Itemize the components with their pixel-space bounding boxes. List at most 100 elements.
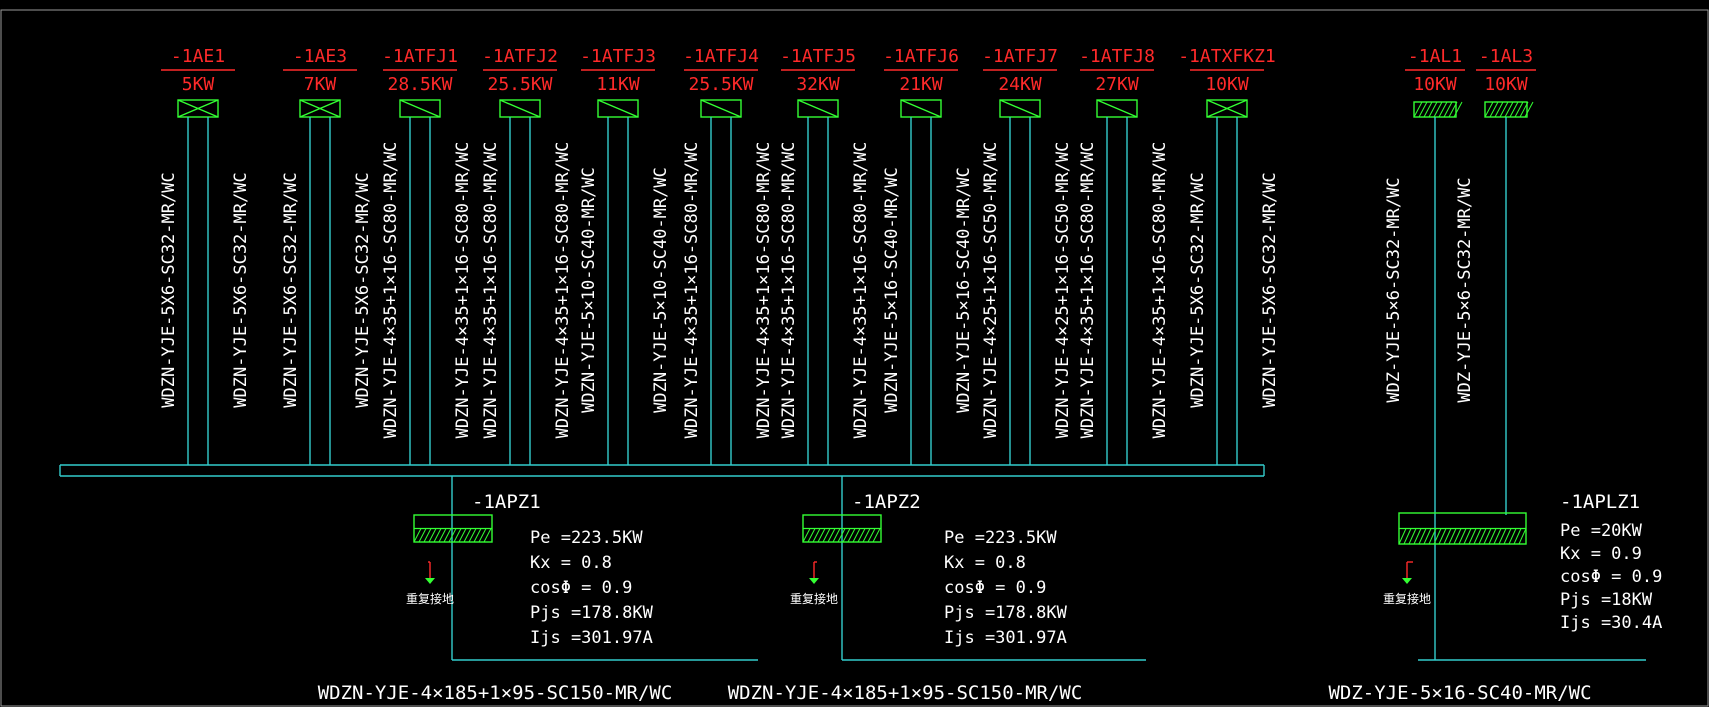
feeder-cable-label-right: WDZN-YJE-4×25+1×16-SC50-MR/WC <box>1053 142 1073 439</box>
feeder-cable-label-right: WDZN-YJE-4×35+1×16-SC80-MR/WC <box>1150 142 1170 439</box>
breaker-hatch <box>1504 101 1514 118</box>
ground-symbol <box>809 578 819 584</box>
panel-stat-kx: Kx = 0.9 <box>1560 544 1642 564</box>
panel-stat-pjs: Pjs =18KW <box>1560 590 1653 610</box>
panel-id-label: -1APZ2 <box>852 491 921 513</box>
feeder-cable-label-left: WDZN-YJE-4×35+1×16-SC80-MR/WC <box>381 142 401 439</box>
lighting-cable-label: WDZ-YJE-5×6-SC32-MR/WC <box>1384 177 1404 402</box>
feeder-cable-label-right: WDZN-YJE-5X6-SC32-MR/WC <box>231 172 251 407</box>
breaker-hatch <box>1443 101 1453 118</box>
ground-symbol <box>425 578 435 584</box>
breaker-hatch <box>1489 101 1499 118</box>
feeder-cable-label-right: WDZN-YJE-4×35+1×16-SC80-MR/WC <box>851 142 871 439</box>
breaker-hatch <box>1484 101 1494 118</box>
feeder-cable-label-left: WDZN-YJE-5×16-SC40-MR/WC <box>882 167 902 413</box>
feeder-power-label: 24KW <box>998 74 1042 95</box>
ground-label: 重复接地 <box>790 591 838 606</box>
feeder-cable-label-left: WDZN-YJE-5X6-SC32-MR/WC <box>159 172 179 407</box>
breaker-hatch <box>1438 101 1448 118</box>
feeder-id-label: -1ATFJ7 <box>982 46 1058 67</box>
panel-stat-ijs: Ijs =301.97A <box>530 628 653 648</box>
panel-stat-pjs: Pjs =178.8KW <box>530 603 654 623</box>
panel-id-label: -1APZ1 <box>472 491 541 513</box>
feeder-id-label: -1ATFJ6 <box>883 46 959 67</box>
feeder-power-label: 11KW <box>596 74 640 95</box>
feeder-power-label: 5KW <box>182 74 215 95</box>
breaker-hatch <box>1418 101 1428 118</box>
feeder-power-label: 28.5KW <box>387 74 452 95</box>
feeder-id-label: -1ATFJ8 <box>1079 46 1155 67</box>
panel-stat-pe: Pe =223.5KW <box>944 528 1057 548</box>
feeder-cable-label-left: WDZN-YJE-5X6-SC32-MR/WC <box>1188 172 1208 407</box>
breaker-hatch <box>1428 101 1438 118</box>
panel-stat-ijs: Ijs =30.4A <box>1560 613 1662 633</box>
panel-stat-pjs: Pjs =178.8KW <box>944 603 1068 623</box>
ground-label: 重复接地 <box>1383 591 1431 606</box>
feeder-cable-label-right: WDZN-YJE-5X6-SC32-MR/WC <box>353 172 373 407</box>
feeder-cable-label-left: WDZN-YJE-4×25+1×16-SC50-MR/WC <box>981 142 1001 439</box>
feeder-id-label: -1AE1 <box>171 46 225 67</box>
feeder-cable-label-right: WDZN-YJE-4×35+1×16-SC80-MR/WC <box>754 142 774 439</box>
feeder-id-label: -1AE3 <box>293 46 347 67</box>
switch-diagonal-line <box>900 99 942 118</box>
switch-diagonal-line <box>700 99 742 118</box>
panel-stat-kx: Kx = 0.8 <box>530 553 612 573</box>
ground-symbol <box>1402 578 1412 584</box>
lighting-feeder-power-label: 10KW <box>1484 74 1528 95</box>
switch-diagonal-line <box>797 99 839 118</box>
lighting-feeder-id-label: -1AL3 <box>1479 46 1533 67</box>
panel-stat-pe: Pe =223.5KW <box>530 528 643 548</box>
feeder-power-label: 32KW <box>796 74 840 95</box>
switch-diagonal-line <box>1096 99 1138 118</box>
feeder-power-label: 7KW <box>304 74 337 95</box>
feeder-cable-label-right: WDZN-YJE-5X6-SC32-MR/WC <box>1260 172 1280 407</box>
feeder-power-label: 21KW <box>899 74 943 95</box>
ground-label: 重复接地 <box>406 591 454 606</box>
feeder-power-label: 10KW <box>1205 74 1249 95</box>
incoming-cable-label: WDZ-YJE-5×16-SC40-MR/WC <box>1328 682 1591 704</box>
feeder-cable-label-left: WDZN-YJE-4×35+1×16-SC80-MR/WC <box>1078 142 1098 439</box>
feeder-cable-label-left: WDZN-YJE-5X6-SC32-MR/WC <box>281 172 301 407</box>
feeder-cable-label-left: WDZN-YJE-5×10-SC40-MR/WC <box>579 167 599 413</box>
feeder-id-label: -1ATXFKZ1 <box>1178 46 1276 67</box>
breaker-hatch <box>1413 101 1423 118</box>
switch-diagonal-line <box>399 99 441 118</box>
lighting-feeder-power-label: 10KW <box>1413 74 1457 95</box>
feeder-cable-label-right: WDZN-YJE-4×35+1×16-SC80-MR/WC <box>553 142 573 439</box>
feeder-cable-label-left: WDZN-YJE-4×35+1×16-SC80-MR/WC <box>682 142 702 439</box>
feeder-cable-label-right: WDZN-YJE-5×16-SC40-MR/WC <box>954 167 974 413</box>
breaker-hatch <box>1524 101 1534 118</box>
single-line-diagram: -1AE1 5KW WDZN-YJE-5X6-SC32-MR/WC WDZN-YJE-… <box>0 9 1709 707</box>
feeder-id-label: -1ATFJ2 <box>482 46 558 67</box>
breaker-hatch <box>1494 101 1504 118</box>
panel-stat-cos: cosΦ = 0.9 <box>530 578 632 598</box>
feeder-id-label: -1ATFJ1 <box>382 46 458 67</box>
breaker-hatch <box>1509 101 1519 118</box>
feeder-cable-label-left: WDZN-YJE-4×35+1×16-SC80-MR/WC <box>779 142 799 439</box>
breaker-hatch <box>1499 101 1509 118</box>
feeder-power-label: 25.5KW <box>688 74 753 95</box>
breaker-hatch <box>1514 101 1524 118</box>
panel-stat-ijs: Ijs =301.97A <box>944 628 1067 648</box>
panel-id-label: -1APLZ1 <box>1560 491 1640 513</box>
panel-stat-cos: cosΦ = 0.9 <box>944 578 1046 598</box>
breaker-hatch <box>1423 101 1433 118</box>
breaker-hatch <box>1433 101 1443 118</box>
panel-stat-kx: Kx = 0.8 <box>944 553 1026 573</box>
feeder-id-label: -1ATFJ5 <box>780 46 856 67</box>
switch-diagonal-line <box>999 99 1041 118</box>
feeder-cable-label-right: WDZN-YJE-5×10-SC40-MR/WC <box>651 167 671 413</box>
feeder-power-label: 25.5KW <box>487 74 552 95</box>
feeder-id-label: -1ATFJ4 <box>683 46 759 67</box>
panel-stat-pe: Pe =20KW <box>1560 521 1643 541</box>
lighting-feeder-id-label: -1AL1 <box>1408 46 1462 67</box>
feeder-power-label: 27KW <box>1095 74 1139 95</box>
switch-diagonal-line <box>499 99 541 118</box>
feeder-id-label: -1ATFJ3 <box>580 46 656 67</box>
incoming-cable-label: WDZN-YJE-4×185+1×95-SC150-MR/WC <box>728 682 1083 704</box>
incoming-cable-label: WDZN-YJE-4×185+1×95-SC150-MR/WC <box>318 682 673 704</box>
lighting-cable-label: WDZ-YJE-5×6-SC32-MR/WC <box>1455 177 1475 402</box>
feeder-cable-label-right: WDZN-YJE-4×35+1×16-SC80-MR/WC <box>453 142 473 439</box>
feeder-cable-label-left: WDZN-YJE-4×35+1×16-SC80-MR/WC <box>481 142 501 439</box>
switch-diagonal-line <box>597 99 639 118</box>
